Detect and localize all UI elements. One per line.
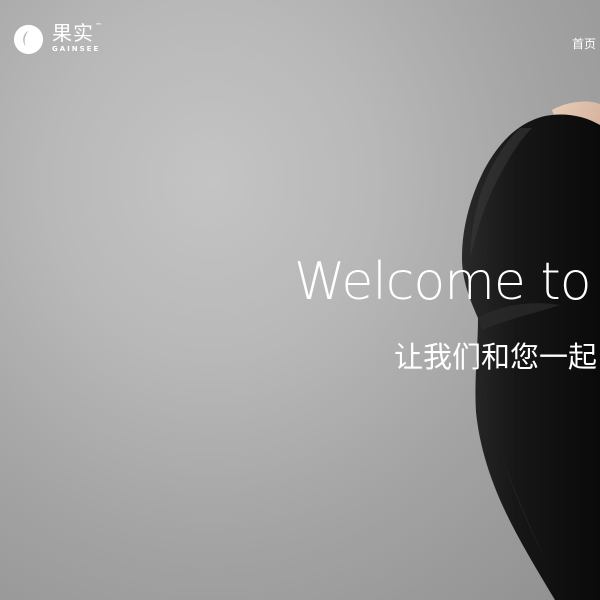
top-navigation: 果实™ GAINSEE 首页	[0, 0, 600, 76]
brand-name-cn: 果实™	[52, 21, 103, 45]
hero-headline: Welcome to	[294, 252, 592, 312]
nav-item-home[interactable]: 首页	[572, 35, 596, 52]
brand-logo[interactable]: 果实™ GAINSEE	[12, 21, 103, 55]
brand-wordmark: 果实™ GAINSEE	[52, 23, 103, 53]
hero-banner: 果实™ GAINSEE 首页 Welcome to 让我们和您一起	[0, 0, 600, 600]
fruit-logo-icon	[13, 24, 44, 54]
brand-name-en: GAINSEE	[52, 45, 101, 53]
hero-subline: 让我们和您一起	[394, 340, 598, 374]
